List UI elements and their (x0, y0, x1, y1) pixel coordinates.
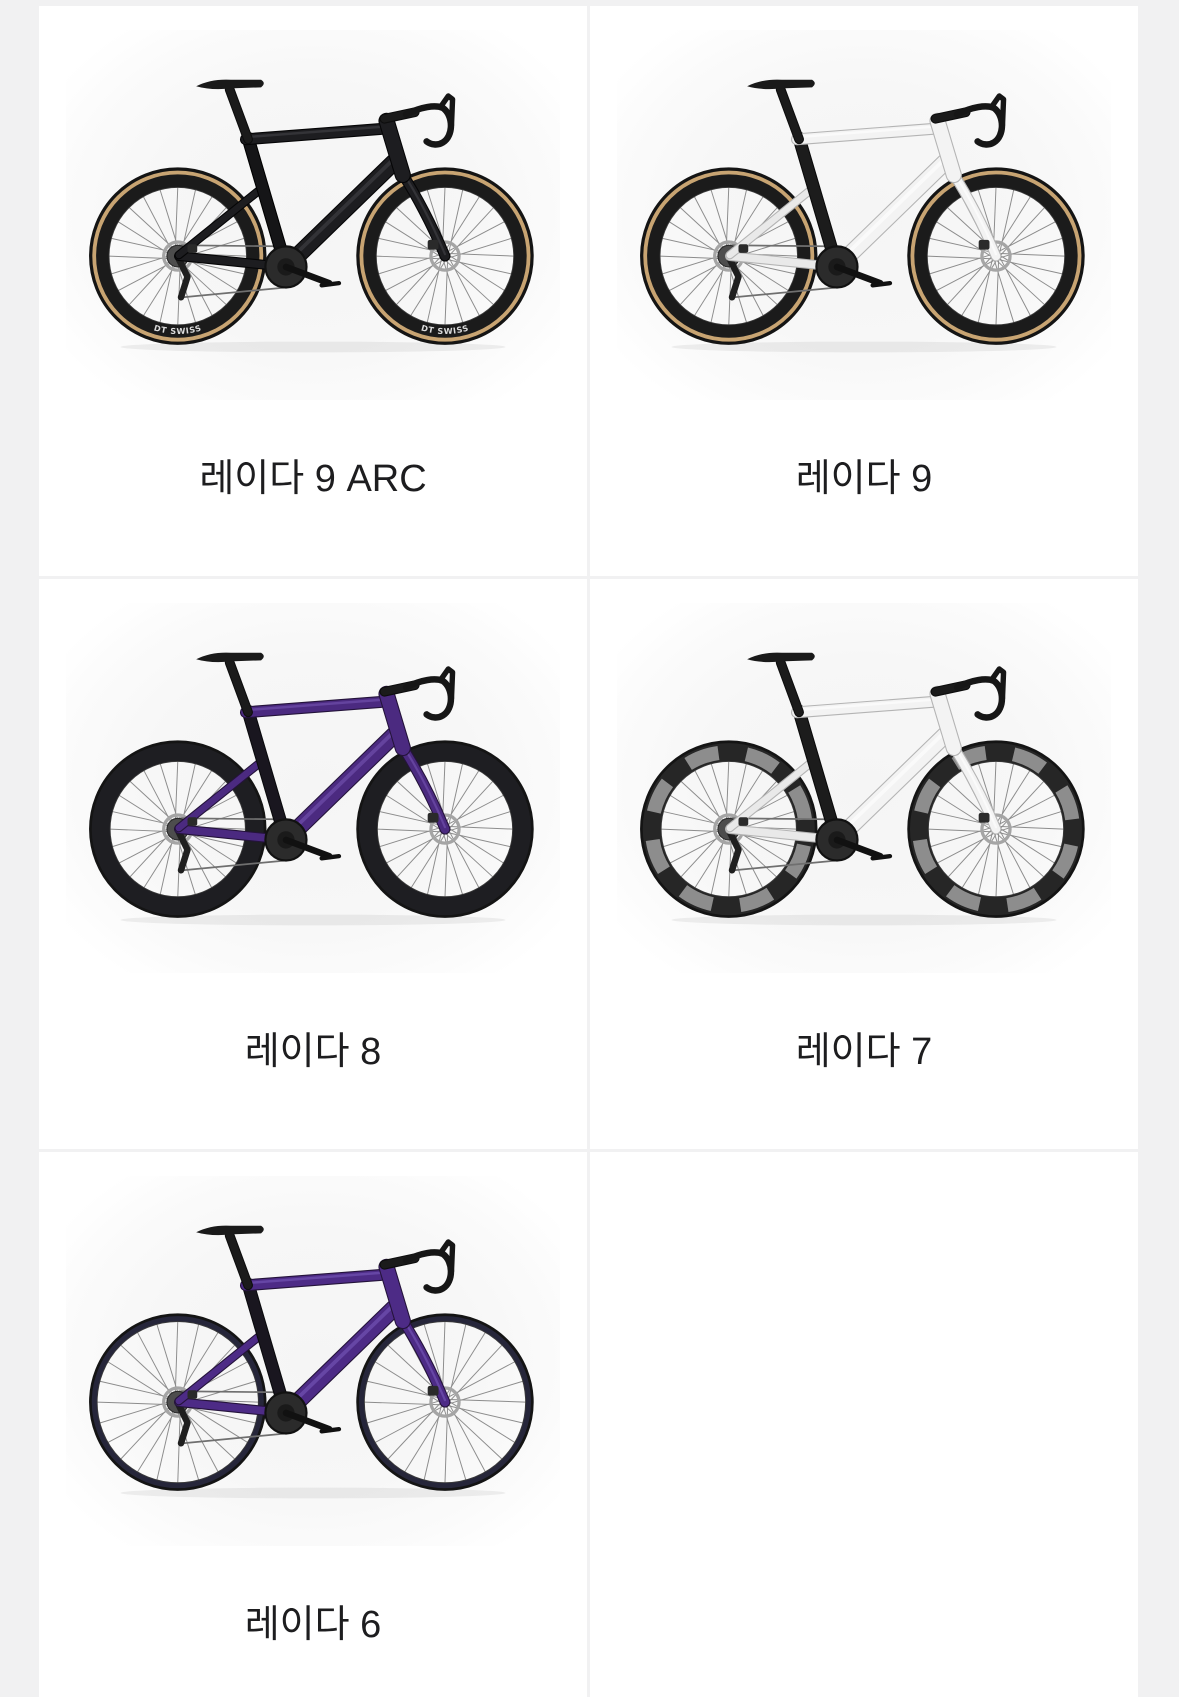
seatpost-body (225, 85, 252, 144)
rear-derailleur (175, 256, 191, 301)
product-card[interactable]: DT SWISS DT SWISS 레이다 9 ARC (39, 6, 587, 576)
rear-derailleur (726, 256, 742, 301)
bike-image (640, 79, 1085, 353)
spoke (107, 1361, 173, 1403)
spoke (174, 1321, 179, 1398)
down-tube-body (278, 1298, 404, 1421)
bike-frame (166, 1225, 456, 1447)
product-card[interactable]: 레이다 8 (39, 579, 587, 1149)
bike-image (89, 1225, 534, 1499)
top-tube-body (792, 696, 944, 718)
rear-brake-caliper (738, 244, 749, 253)
rear-brake-caliper (187, 244, 198, 253)
seatpost (224, 84, 253, 145)
handlebar (953, 676, 1006, 721)
top-tube-body (241, 1269, 393, 1291)
product-name: 레이다 9 (795, 458, 933, 500)
product-name: 레이다 9 ARC (199, 458, 427, 500)
seatpost-body (225, 658, 252, 717)
front-brake-caliper (427, 1385, 439, 1396)
product-card[interactable]: 레이다 7 (590, 579, 1138, 1149)
top-tube-body (792, 123, 944, 145)
handlebar (402, 103, 455, 148)
pedal (870, 853, 893, 861)
top-tube (239, 1268, 394, 1292)
front-brake-caliper (427, 812, 439, 823)
saddle (196, 652, 264, 663)
product-image (617, 30, 1111, 400)
front-brake-caliper (978, 239, 990, 250)
down-tube-highlight (284, 1300, 399, 1412)
spoke (450, 1401, 516, 1443)
top-tube (790, 122, 945, 146)
front-brake-caliper (978, 812, 990, 823)
spoke (137, 1407, 179, 1473)
seatpost (775, 84, 804, 145)
product-card[interactable]: 레이다 6 (39, 1152, 587, 1697)
pedal (319, 1426, 342, 1434)
product-grid: DT SWISS DT SWISS 레이다 9 ARC 레이다 9 레이다 8 레… (39, 6, 1138, 1697)
rear-derailleur (175, 829, 191, 874)
spoke (404, 1407, 446, 1473)
seatpost-body (225, 1231, 252, 1290)
pedal (319, 280, 342, 288)
product-image (66, 603, 560, 973)
top-tube (239, 122, 394, 146)
front-brake-caliper (427, 239, 439, 250)
product-image: DT SWISS DT SWISS (66, 30, 560, 400)
seatpost (224, 657, 253, 718)
spoke (444, 1332, 486, 1397)
saddle (747, 652, 815, 663)
seatpost (775, 657, 804, 718)
product-card[interactable]: 레이다 9 (590, 6, 1138, 576)
rear-brake-caliper (738, 817, 749, 826)
spoke (444, 1406, 449, 1483)
pedal (319, 853, 342, 861)
top-tube-body (241, 696, 393, 718)
empty-grid-cell (590, 1152, 1138, 1697)
product-name: 레이다 7 (795, 1031, 933, 1073)
spoke (97, 1401, 174, 1406)
product-name: 레이다 8 (244, 1031, 382, 1073)
bike-image (89, 652, 534, 926)
product-image (617, 603, 1111, 973)
bike-image (640, 652, 1085, 926)
rear-brake-caliper (187, 1390, 198, 1399)
pedal (870, 280, 893, 288)
rear-derailleur (726, 829, 742, 874)
top-tube-body (241, 123, 393, 145)
top-tube (239, 695, 394, 719)
spoke (364, 1401, 441, 1406)
top-tube (790, 695, 945, 719)
seatpost-body (776, 658, 803, 717)
rear-brake-caliper (187, 817, 198, 826)
product-image (66, 1176, 560, 1546)
saddle (747, 79, 815, 90)
product-name: 레이다 6 (244, 1604, 382, 1646)
spoke (450, 1380, 524, 1404)
handlebar (402, 676, 455, 721)
bike-image: DT SWISS DT SWISS (89, 79, 534, 353)
handlebar (953, 103, 1006, 148)
handlebar (402, 1249, 455, 1294)
seatpost (224, 1230, 253, 1291)
saddle (196, 79, 264, 90)
down-tube (277, 1297, 405, 1422)
saddle (196, 1225, 264, 1236)
seatpost-body (776, 85, 803, 144)
